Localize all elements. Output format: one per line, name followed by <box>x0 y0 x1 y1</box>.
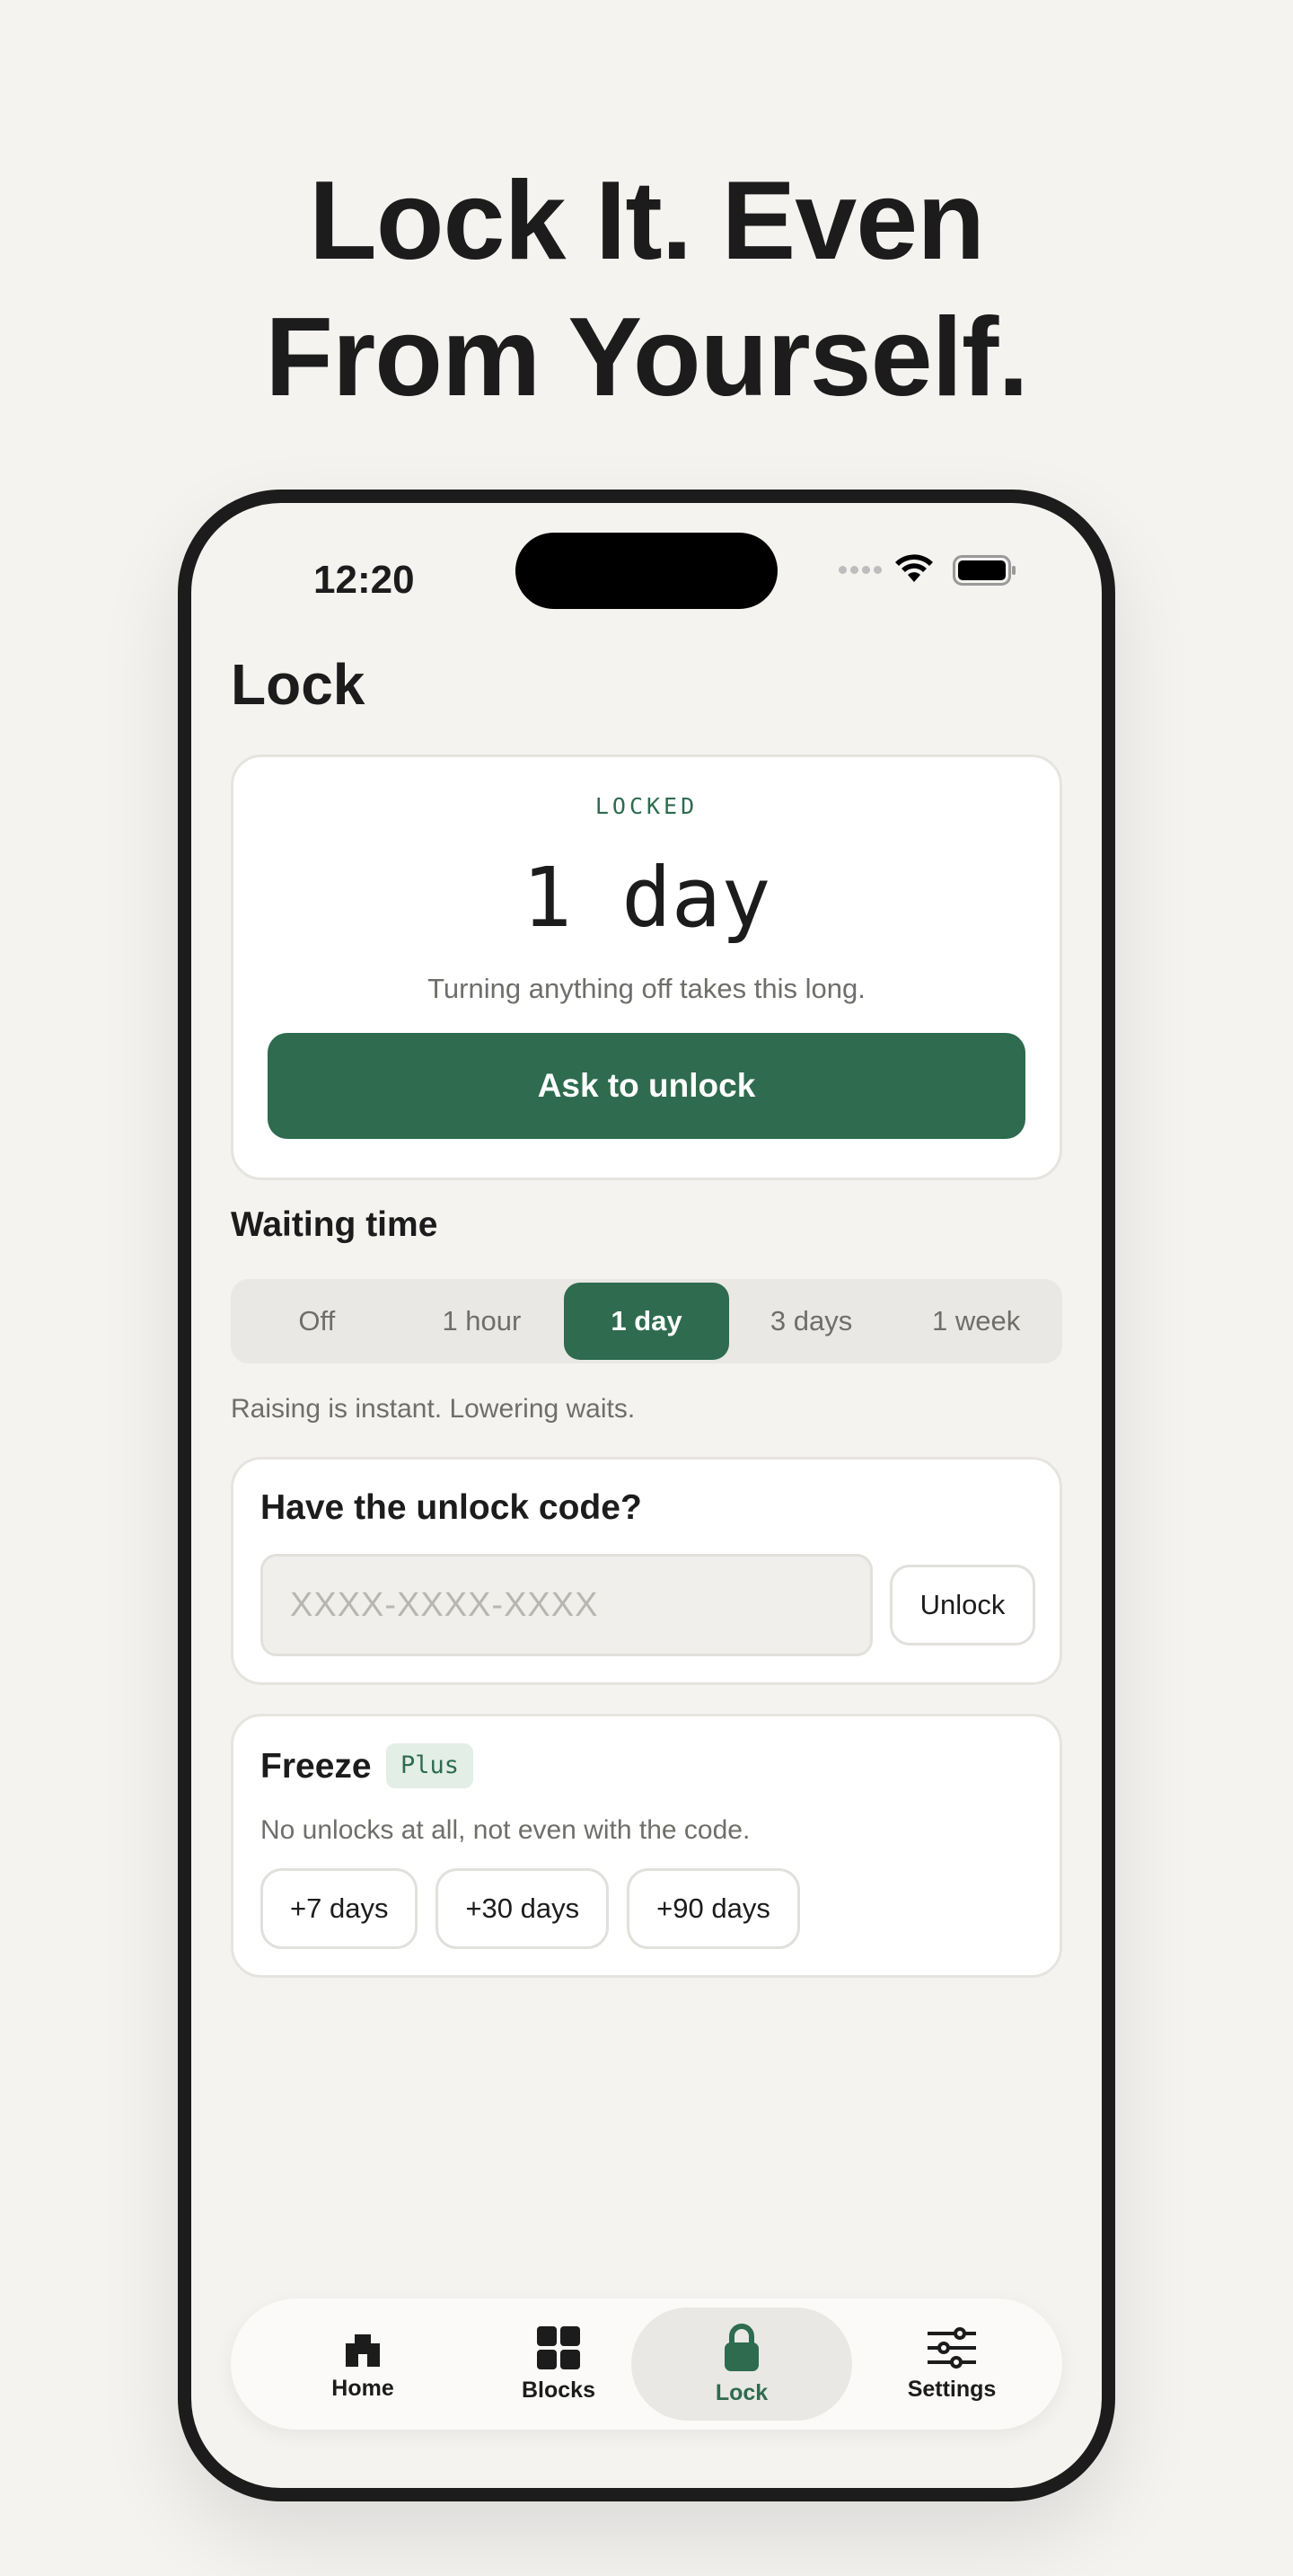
page-title: Lock <box>231 652 365 717</box>
freeze-90-days-button[interactable]: +90 days <box>627 1868 800 1949</box>
waiting-option-off[interactable]: Off <box>234 1283 400 1360</box>
grid-icon <box>537 2325 580 2369</box>
waiting-option-1-week[interactable]: 1 week <box>893 1283 1059 1360</box>
cellular-signal-icon <box>839 566 882 574</box>
home-icon <box>346 2333 380 2367</box>
plus-badge: Plus <box>386 1743 474 1788</box>
tab-lock-label: Lock <box>715 2379 769 2405</box>
sliders-icon <box>928 2326 976 2369</box>
lock-description: Turning anything off takes this long. <box>427 973 866 1004</box>
waiting-time-title: Waiting time <box>231 1205 438 1244</box>
waiting-time-note: Raising is instant. Lowering waits. <box>231 1394 636 1424</box>
lock-status-card: LOCKED 1 day Turning anything off takes … <box>231 754 1062 1180</box>
tab-home-label: Home <box>331 2375 394 2401</box>
unlock-code-title: Have the unlock code? <box>260 1488 642 1527</box>
tab-settings[interactable]: Settings <box>841 2307 1062 2421</box>
waiting-option-3-days[interactable]: 3 days <box>729 1283 894 1360</box>
marketing-headline: Lock It. Even From Yourself. <box>0 153 1293 426</box>
waiting-option-1-hour[interactable]: 1 hour <box>400 1283 565 1360</box>
freeze-7-days-button[interactable]: +7 days <box>260 1868 418 1949</box>
freeze-card: Freeze Plus No unlocks at all, not even … <box>231 1714 1062 1978</box>
waiting-option-1-day[interactable]: 1 day <box>564 1283 729 1360</box>
tab-lock[interactable]: Lock <box>631 2307 852 2421</box>
unlock-code-card: Have the unlock code? Unlock <box>231 1457 1062 1685</box>
phone-frame: 12:20 Lock LOCKED 1 day Turning anything… <box>178 490 1115 2501</box>
status-bar-time: 12:20 <box>313 558 415 602</box>
freeze-description: No unlocks at all, not even with the cod… <box>260 1815 751 1845</box>
lock-status-label: LOCKED <box>594 793 699 819</box>
waiting-time-selector: Off 1 hour 1 day 3 days 1 week <box>231 1279 1062 1363</box>
freeze-30-days-button[interactable]: +30 days <box>435 1868 610 1949</box>
freeze-title: Freeze <box>260 1747 372 1786</box>
battery-icon <box>953 555 1016 586</box>
tab-bar: Home Blocks Lock Settings <box>231 2298 1062 2430</box>
wifi-icon <box>895 554 933 582</box>
tab-home[interactable]: Home <box>252 2307 473 2421</box>
tab-settings-label: Settings <box>907 2376 997 2402</box>
lock-duration: 1 day <box>522 850 771 946</box>
dynamic-island <box>515 533 778 609</box>
headline-line-1: Lock It. Even <box>309 159 985 283</box>
lock-icon <box>725 2323 759 2371</box>
ask-to-unlock-button[interactable]: Ask to unlock <box>268 1033 1025 1139</box>
tab-blocks-label: Blocks <box>522 2377 595 2403</box>
unlock-code-input[interactable] <box>260 1554 873 1656</box>
freeze-options: +7 days +30 days +90 days <box>260 1868 800 1949</box>
headline-line-2: From Yourself. <box>265 296 1029 419</box>
unlock-button[interactable]: Unlock <box>890 1565 1035 1645</box>
